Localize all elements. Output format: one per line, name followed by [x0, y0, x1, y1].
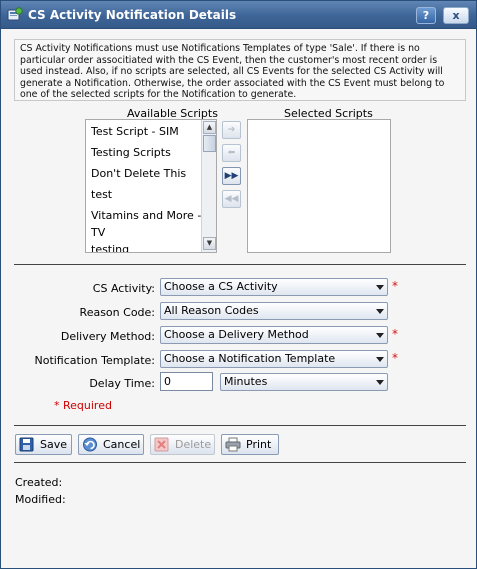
- scroll-thumb[interactable]: [203, 135, 216, 152]
- chevron-down-icon: [376, 309, 384, 314]
- delay-time-input[interactable]: [160, 372, 213, 391]
- delivery-method-select[interactable]: Choose a Delivery Method: [160, 326, 388, 344]
- move-left-button[interactable]: ⬅: [222, 144, 241, 162]
- list-item[interactable]: test: [91, 188, 112, 201]
- help-button[interactable]: ?: [416, 7, 436, 24]
- notification-template-select[interactable]: Choose a Notification Template: [160, 350, 388, 368]
- floppy-disk-icon: [19, 437, 35, 452]
- list-item[interactable]: Don't Delete This: [91, 167, 186, 180]
- printer-icon: [225, 437, 241, 452]
- reason-code-value: All Reason Codes: [164, 304, 259, 317]
- scroll-down-icon[interactable]: ▼: [203, 237, 216, 250]
- reason-code-select[interactable]: All Reason Codes: [160, 302, 388, 320]
- window-app-icon: [7, 7, 23, 22]
- delay-unit-select[interactable]: Minutes: [220, 373, 388, 391]
- divider: [14, 462, 466, 463]
- save-button[interactable]: Save: [15, 434, 72, 455]
- delete-button[interactable]: Delete: [150, 434, 215, 455]
- modified-label: Modified:: [15, 493, 66, 506]
- list-item[interactable]: Vitamins and More -: [91, 209, 201, 222]
- divider: [14, 264, 466, 265]
- notification-template-label: Notification Template:: [34, 354, 155, 367]
- double-arrow-left-icon: ◀◀: [224, 194, 239, 204]
- delay-time-label: Delay Time:: [89, 377, 155, 390]
- required-note: * Required: [54, 399, 112, 412]
- list-item[interactable]: testing: [91, 245, 129, 252]
- created-label: Created:: [15, 476, 63, 489]
- available-scripts-list[interactable]: Test Script - SIM Testing Scripts Don't …: [85, 119, 217, 253]
- move-right-button[interactable]: ➔: [222, 121, 241, 139]
- delete-label: Delete: [175, 438, 212, 451]
- close-icon: x: [452, 9, 460, 22]
- print-button[interactable]: Print: [221, 434, 279, 455]
- delivery-method-value: Choose a Delivery Method: [164, 328, 309, 341]
- reason-code-label: Reason Code:: [79, 306, 155, 319]
- notification-template-value: Choose a Notification Template: [164, 352, 336, 365]
- delete-icon: [154, 437, 170, 452]
- cs-activity-label: CS Activity:: [92, 282, 155, 295]
- save-label: Save: [40, 438, 68, 451]
- cancel-label: Cancel: [103, 438, 141, 451]
- chevron-down-icon: [376, 380, 384, 385]
- cs-activity-select[interactable]: Choose a CS Activity: [160, 278, 388, 296]
- delivery-method-label: Delivery Method:: [60, 330, 155, 343]
- move-all-right-button[interactable]: ▶▶: [222, 167, 241, 185]
- cancel-button[interactable]: Cancel: [78, 434, 144, 455]
- delay-unit-value: Minutes: [224, 375, 268, 388]
- list-item[interactable]: Testing Scripts: [91, 146, 171, 159]
- required-marker: *: [392, 327, 398, 341]
- close-button[interactable]: x: [443, 7, 469, 24]
- undo-icon: [82, 437, 98, 452]
- chevron-down-icon: [376, 333, 384, 338]
- arrow-right-icon: ➔: [227, 125, 236, 135]
- required-marker: *: [392, 279, 398, 293]
- list-item[interactable]: Test Script - SIM: [91, 125, 179, 138]
- list-item[interactable]: TV: [91, 226, 105, 239]
- notification-details-window: CS Activity Notification Details ? x CS …: [0, 0, 477, 569]
- required-marker: *: [392, 351, 398, 365]
- selected-scripts-list[interactable]: [247, 119, 391, 253]
- window-title: CS Activity Notification Details: [28, 8, 237, 22]
- chevron-down-icon: [376, 357, 384, 362]
- title-bar[interactable]: CS Activity Notification Details ? x: [1, 1, 476, 29]
- double-arrow-right-icon: ▶▶: [224, 171, 239, 181]
- print-label: Print: [246, 438, 272, 451]
- help-icon: ?: [422, 9, 430, 22]
- cs-activity-value: Choose a CS Activity: [164, 280, 278, 293]
- divider: [14, 425, 466, 426]
- info-description: CS Activity Notifications must use Notif…: [14, 39, 466, 101]
- available-scripts-scrollbar[interactable]: ▲ ▼: [201, 120, 216, 252]
- scroll-up-icon[interactable]: ▲: [203, 121, 216, 134]
- move-all-left-button[interactable]: ◀◀: [222, 190, 241, 208]
- list-item-label: testing: [91, 245, 130, 252]
- arrow-left-icon: ⬅: [227, 148, 236, 158]
- chevron-down-icon: [376, 285, 384, 290]
